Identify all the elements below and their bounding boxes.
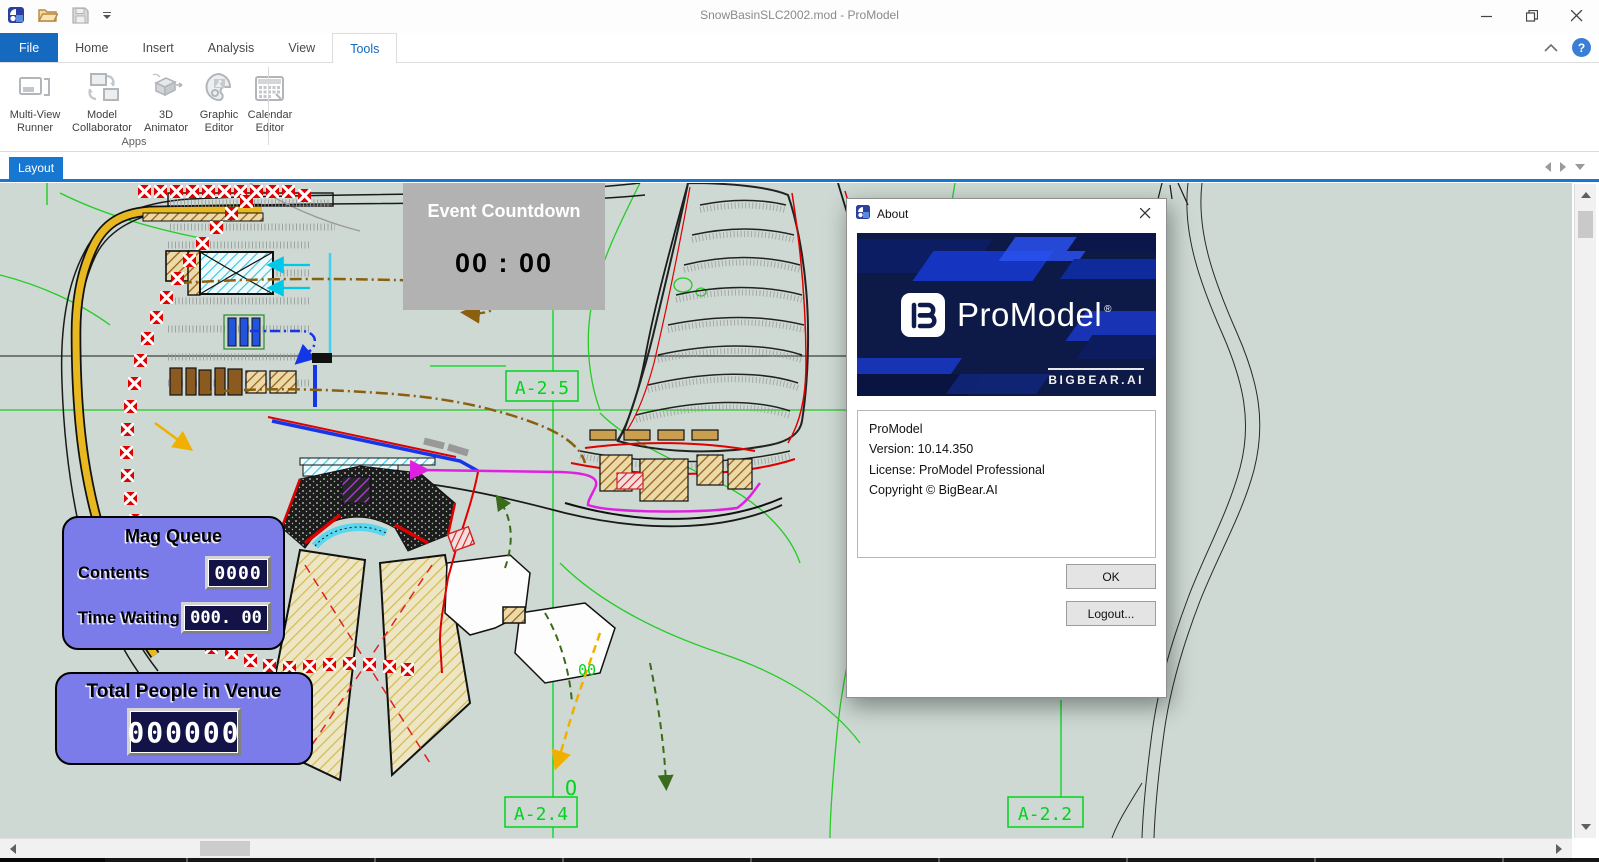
customize-toolbar-icon[interactable] [102, 11, 112, 19]
collapse-ribbon-icon[interactable] [1544, 39, 1558, 57]
about-dialog: About ProModel ® BIGBEAR.AI ProModel Ver… [846, 198, 1167, 698]
collaborate-icon [84, 69, 120, 107]
scroll-down-icon[interactable] [1581, 824, 1591, 830]
layout-tab-strip: Layout [0, 152, 1599, 179]
btn-label: Runner [16, 122, 54, 135]
copyright-text: Copyright © BigBear.AI [869, 482, 998, 497]
total-people-title: Total People in Venue [86, 681, 282, 702]
about-info-panel: ProModel Version: 10.14.350 License: Pro… [857, 410, 1156, 558]
btn-label: Editor [255, 122, 285, 135]
multi-view-icon [18, 69, 52, 107]
tab-home[interactable]: Home [58, 33, 125, 62]
contents-counter: 0000 [205, 556, 271, 590]
minimize-button[interactable] [1464, 0, 1509, 32]
tab-file[interactable]: File [0, 33, 59, 62]
open-folder-icon[interactable] [38, 5, 58, 25]
base-village-buildings [564, 429, 783, 520]
btn-label: Graphic [199, 109, 239, 121]
map-annotation-oo: 00 [578, 661, 596, 679]
graphic-editor-button[interactable]: Graphic Editor [194, 66, 244, 138]
mag-queue-panel: Mag Queue Contents 0000 Time Waiting 000… [62, 516, 285, 650]
ribbon-body: Multi-View Runner Model Collaborator 3D Ani… [0, 63, 1599, 152]
3d-animator-button[interactable]: 3D Animator [138, 66, 194, 138]
cube-3d-icon [148, 69, 184, 107]
time-waiting-counter: 000. 00 [181, 602, 271, 634]
help-icon[interactable]: ? [1572, 38, 1591, 57]
tab-insert[interactable]: Insert [126, 33, 191, 62]
window-title: SnowBasinSLC2002.mod - ProModel [700, 8, 899, 22]
btn-label: Collaborator [72, 122, 132, 135]
tab-analysis[interactable]: Analysis [191, 33, 272, 62]
promodel-b-logo [900, 292, 945, 337]
btn-label: Model [87, 109, 117, 121]
tab-layout[interactable]: Layout [9, 157, 64, 179]
registered-mark: ® [1104, 303, 1113, 315]
calendar-editor-button[interactable]: Calendar Editor [244, 66, 296, 138]
about-dialog-title: About [877, 207, 909, 221]
grid-label-a25: A-2.5 [515, 378, 569, 399]
vertical-scroll-thumb[interactable] [1578, 211, 1593, 238]
version-text: Version: 10.14.350 [869, 442, 974, 457]
total-people-counter: 000000 [127, 708, 241, 756]
promodel-window: SnowBasinSLC2002.mod - ProModel File Hom… [0, 0, 1599, 862]
calendar-icon [254, 69, 286, 107]
promodel-banner: ProModel ® BIGBEAR.AI [857, 233, 1156, 396]
tab-view[interactable]: View [271, 33, 332, 62]
title-bar: SnowBasinSLC2002.mod - ProModel [0, 0, 1599, 33]
product-name: ProModel [869, 422, 923, 436]
palette-icon [203, 69, 235, 107]
btn-label: Calendar [247, 109, 293, 121]
ribbon-tab-bar: File Home Insert Analysis View Tools [0, 33, 1599, 63]
scroll-left-icon[interactable] [10, 844, 16, 854]
promodel-logo-icon [6, 5, 26, 25]
btn-label: 3D [158, 109, 174, 121]
promodel-logo-icon [855, 204, 871, 225]
grid-label-a22: A-2.2 [1018, 804, 1072, 825]
event-countdown-time: 00 : 00 [454, 248, 554, 278]
amphitheater [280, 457, 457, 552]
group-separator [268, 67, 269, 145]
total-people-panel: Total People in Venue 000000 [55, 672, 313, 765]
tab-list-dropdown-icon[interactable] [1575, 164, 1585, 170]
event-countdown-title: Event Countdown [427, 201, 581, 221]
mag-queue-title: Mag Queue [124, 526, 222, 546]
horizontal-scrollbar[interactable] [0, 838, 1572, 858]
horizontal-scroll-thumb[interactable] [200, 841, 250, 856]
map-annotation-o: O [565, 776, 577, 800]
taskbar-edge [0, 858, 1599, 862]
event-countdown-panel: Event Countdown 00 : 00 [403, 183, 605, 310]
ok-button[interactable]: OK [1066, 564, 1156, 589]
tab-scroll-left-icon[interactable] [1545, 162, 1551, 172]
license-text: License: ProModel Professional [869, 462, 1045, 477]
promodel-wordmark: ProModel ® [956, 295, 1113, 333]
scroll-right-icon[interactable] [1556, 844, 1562, 854]
contents-label: Contents [78, 563, 150, 582]
layout-tab-underline [0, 179, 1599, 182]
close-window-button[interactable] [1554, 0, 1599, 32]
time-waiting-label: Time Waiting [78, 608, 180, 627]
quick-access-toolbar [6, 5, 112, 25]
tab-tools[interactable]: Tools [332, 33, 398, 63]
btn-label: Animator [143, 122, 189, 135]
close-dialog-button[interactable] [1124, 199, 1166, 228]
scroll-up-icon[interactable] [1581, 192, 1591, 198]
apps-group-label: Apps [121, 136, 147, 148]
logout-button[interactable]: Logout... [1066, 601, 1156, 626]
btn-label: Multi-View [9, 109, 61, 121]
save-icon[interactable] [70, 5, 90, 25]
layout-canvas[interactable]: A-2.5 A-2.4 A-2.2 00 O Event Countdown 0… [0, 183, 1572, 838]
restore-button[interactable] [1509, 0, 1554, 32]
grid-label-a24: A-2.4 [514, 804, 568, 825]
vertical-scrollbar[interactable] [1574, 184, 1596, 838]
bigbear-brandmark: BIGBEAR.AI [1048, 368, 1144, 387]
btn-label: Editor [204, 122, 234, 135]
left-parking-lot [165, 192, 335, 396]
tab-scroll-right-icon[interactable] [1560, 162, 1566, 172]
apps-group: Multi-View Runner Model Collaborator 3D Ani… [0, 63, 292, 151]
model-collaborator-button[interactable]: Model Collaborator [66, 66, 138, 138]
multi-view-runner-button[interactable]: Multi-View Runner [4, 66, 66, 138]
about-dialog-titlebar: About [847, 199, 1166, 229]
